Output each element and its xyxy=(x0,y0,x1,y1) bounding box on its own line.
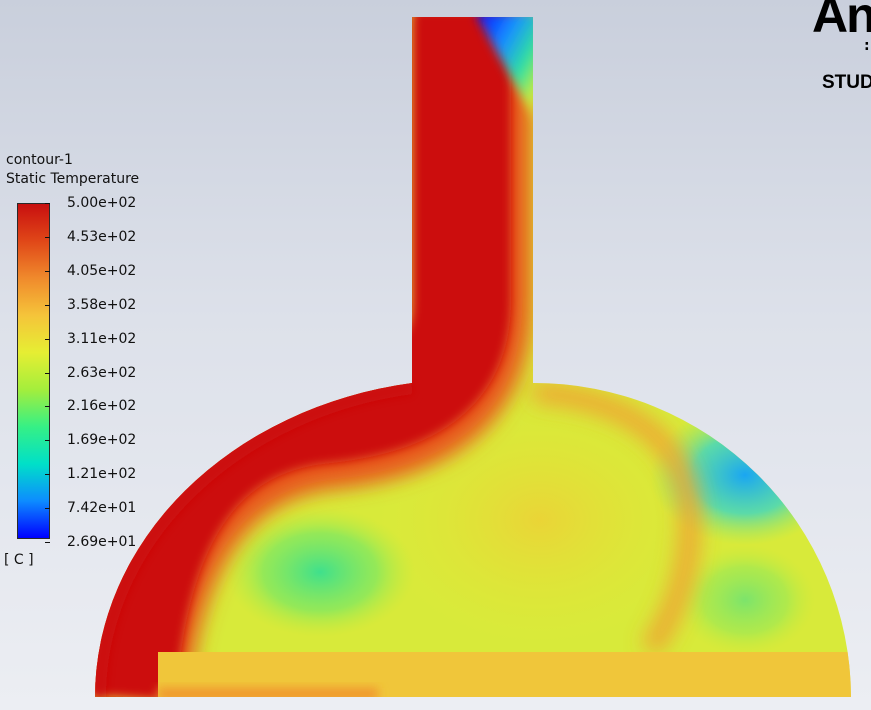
legend-tick-label: 1.69e+02 xyxy=(45,431,136,449)
contour-plot[interactable] xyxy=(0,0,871,710)
legend-tick-label: 4.05e+02 xyxy=(45,262,136,280)
legend-name: contour-1 xyxy=(6,152,73,168)
legend-tick-label: 2.16e+02 xyxy=(45,397,136,415)
legend-variable: Static Temperature xyxy=(6,171,140,187)
legend-tick-label: 2.69e+01 xyxy=(45,533,136,551)
legend-tick-label: 4.53e+02 xyxy=(45,228,136,246)
legend-tick-label: 3.11e+02 xyxy=(45,330,136,348)
legend-tick-label: 7.42e+01 xyxy=(45,499,136,517)
legend-tick-label: 3.58e+02 xyxy=(45,296,136,314)
legend-tick-label: 5.00e+02 xyxy=(45,194,136,212)
ansys-logo: An xyxy=(812,0,871,43)
legend-tick-label: 2.63e+02 xyxy=(45,364,136,382)
graphics-viewport[interactable] xyxy=(0,0,871,710)
legend-tick-label: 1.21e+02 xyxy=(45,465,136,483)
temperature-field xyxy=(95,17,851,697)
edition-label: STUD xyxy=(822,72,871,93)
legend-units: [ C ] xyxy=(4,552,34,568)
logo-year-fragment: : xyxy=(864,38,870,54)
